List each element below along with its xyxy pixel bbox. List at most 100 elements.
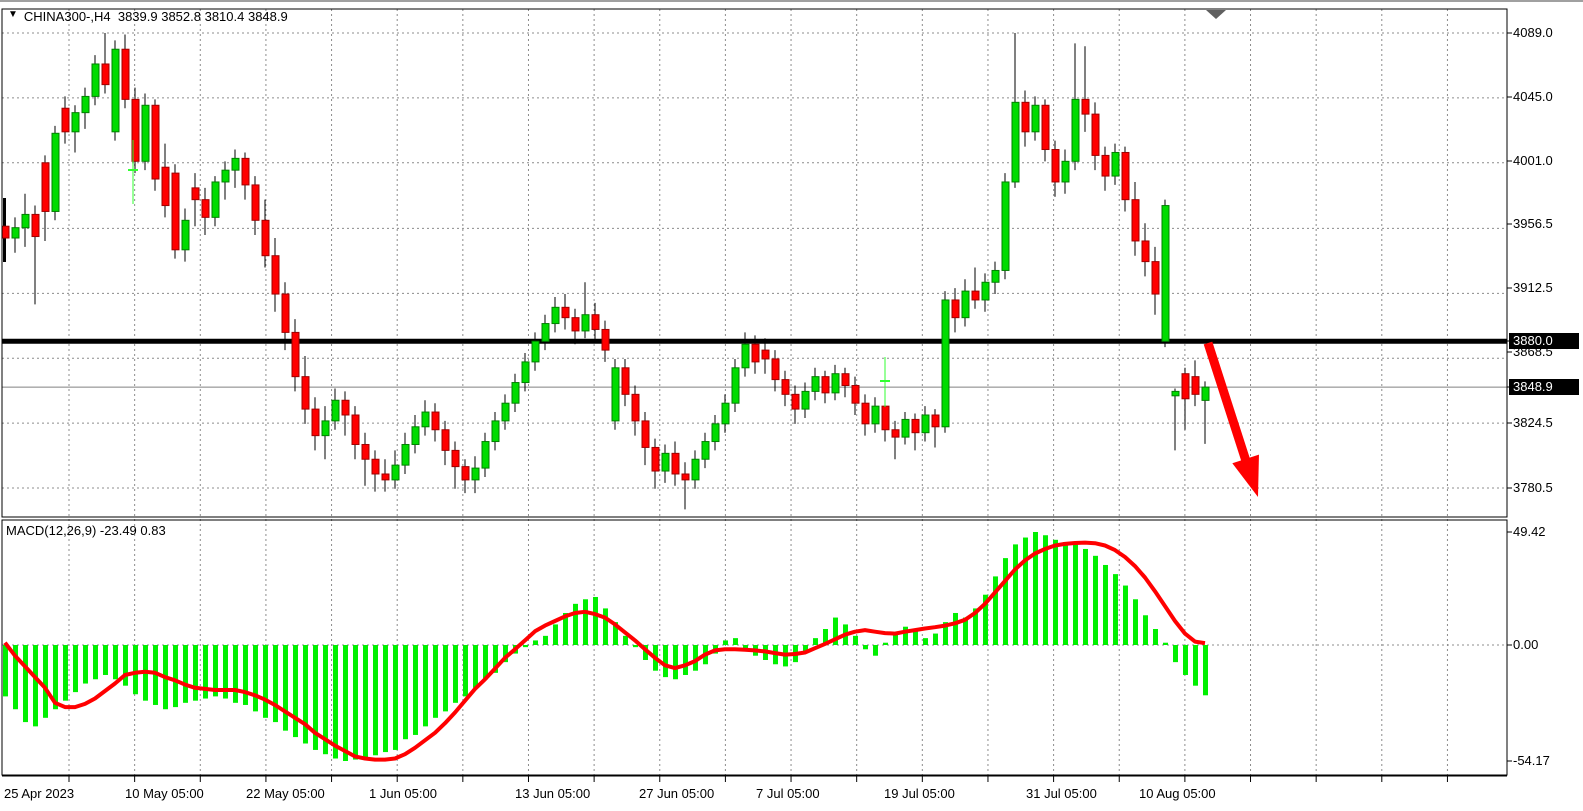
candle-body [882, 406, 889, 430]
macd-histogram-bar [173, 645, 178, 707]
macd-histogram-bar [873, 645, 878, 656]
macd-histogram-bar [883, 643, 888, 645]
candle-body [202, 200, 209, 218]
macd-histogram-bar [83, 645, 88, 684]
macd-indicator-label: MACD(12,26,9) -23.49 0.83 [6, 523, 166, 538]
macd-histogram-bar [1103, 565, 1108, 645]
macd-histogram-bar [183, 645, 188, 703]
symbol-dropdown-icon[interactable]: ▼ [8, 9, 18, 20]
candle-body [562, 307, 569, 317]
trend-arrow-head [1232, 455, 1259, 497]
macd-histogram-bar [233, 645, 238, 703]
candle-body [52, 133, 59, 211]
candle-body [452, 450, 459, 466]
macd-histogram-bar [73, 645, 78, 692]
candle-body [702, 442, 709, 460]
time-axis-label: 27 Jun 05:00 [639, 786, 714, 801]
macd-histogram-bar [953, 613, 958, 645]
candle-body [102, 64, 109, 85]
candle-body [142, 105, 149, 161]
macd-histogram-bar [1033, 532, 1038, 645]
time-axis-label: 13 Jun 05:00 [515, 786, 590, 801]
time-axis-label: 7 Jul 05:00 [756, 786, 820, 801]
time-axis-label: 10 Aug 05:00 [1139, 786, 1216, 801]
main-pane-border[interactable] [2, 9, 1507, 517]
price-axis-label: 4089.0 [1513, 25, 1553, 40]
macd-histogram-bar [33, 645, 38, 726]
macd-histogram-bar [1133, 599, 1138, 645]
candle-body [912, 419, 919, 432]
candle-body [812, 377, 819, 392]
macd-histogram-bar [913, 631, 918, 645]
price-axis-label: 4001.0 [1513, 153, 1553, 168]
macd-histogram-bar [723, 640, 728, 645]
chart-canvas[interactable] [0, 0, 1583, 811]
candle-body [1092, 114, 1099, 155]
candle-body [962, 291, 969, 318]
macd-histogram-bar [853, 636, 858, 645]
candle-body [412, 427, 419, 445]
candle-body [92, 64, 99, 96]
time-axis-label: 22 May 05:00 [246, 786, 325, 801]
candle-body [652, 447, 659, 471]
candle-body [152, 105, 159, 179]
macd-histogram-bar [333, 645, 338, 758]
macd-histogram-bar [473, 645, 478, 688]
candle-body [722, 403, 729, 424]
candle-body [1032, 105, 1039, 132]
macd-histogram-bar [663, 645, 668, 677]
candle-body [672, 453, 679, 474]
price-level-badge: 3848.9 [1509, 379, 1579, 395]
candle-body [622, 368, 629, 395]
macd-histogram-bar [293, 645, 298, 737]
candle-body [1012, 102, 1019, 182]
candle-body [792, 394, 799, 409]
candle-body [872, 406, 879, 424]
macd-histogram-bar [253, 645, 258, 711]
candle-body [682, 474, 689, 480]
macd-histogram-bar [523, 645, 528, 647]
macd-histogram-bar [553, 624, 558, 645]
macd-histogram-bar [573, 604, 578, 645]
candle-body [842, 374, 849, 386]
candle-body [1202, 387, 1209, 400]
macd-histogram-bar [1153, 629, 1158, 645]
candle-body [332, 400, 339, 421]
last-bar-marker-icon[interactable] [1206, 10, 1226, 19]
macd-histogram-bar [93, 645, 98, 679]
candle-body [952, 300, 959, 318]
candle-body [32, 214, 39, 236]
macd-histogram-bar [1093, 556, 1098, 645]
candle-body [352, 415, 359, 444]
candle-body [1042, 105, 1049, 149]
macd-histogram-bar [463, 645, 468, 696]
macd-histogram-bar [403, 645, 408, 739]
macd-histogram-bar [1013, 544, 1018, 645]
candle-body [742, 344, 749, 368]
candle-body [402, 444, 409, 465]
candle-body [262, 220, 269, 255]
macd-histogram-bar [423, 645, 428, 726]
candle-body [542, 324, 549, 342]
candle-body [442, 430, 449, 451]
macd-histogram-bar [993, 576, 998, 645]
candle-body [822, 377, 829, 393]
candle-body [692, 459, 699, 480]
candle-body [42, 163, 49, 212]
macd-histogram-bar [453, 645, 458, 703]
candle-body [1142, 241, 1149, 262]
macd-histogram-bar [23, 645, 28, 722]
macd-histogram-bar [343, 645, 348, 761]
macd-histogram-bar [1083, 549, 1088, 645]
price-axis-label: 3912.5 [1513, 280, 1553, 295]
macd-histogram-bar [543, 636, 548, 645]
candle-body [22, 214, 29, 227]
trend-arrow-shaft [1208, 343, 1246, 461]
candle-body [172, 173, 179, 250]
candle-body [272, 256, 279, 294]
time-axis-label: 31 Jul 05:00 [1026, 786, 1097, 801]
macd-histogram-bar [683, 645, 688, 675]
candle-body [1072, 99, 1079, 161]
candle-body [282, 294, 289, 332]
candle-body [992, 270, 999, 282]
